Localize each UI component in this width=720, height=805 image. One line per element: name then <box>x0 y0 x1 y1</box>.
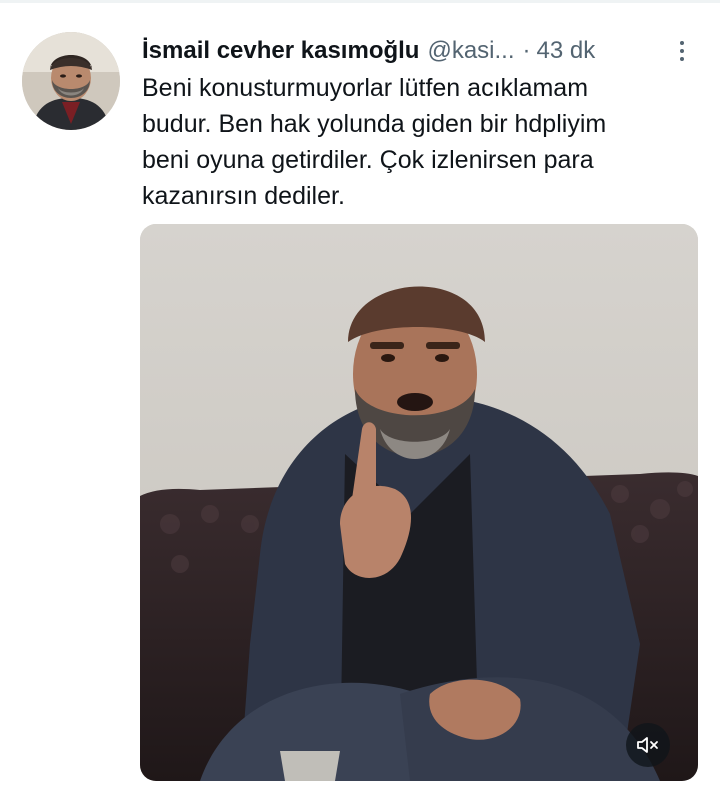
more-dot <box>680 49 684 53</box>
more-dot <box>680 57 684 61</box>
avatar-image <box>22 32 120 130</box>
tweet-header: İsmail cevher kasımoğlu @kasi... · 43 dk <box>142 34 682 68</box>
author-name[interactable]: İsmail cevher kasımoğlu <box>142 37 419 65</box>
separator-dot: · <box>522 37 531 64</box>
avatar[interactable] <box>22 32 120 130</box>
tweet-text-line: beni oyuna getirdiler. Çok izlenirsen pa… <box>142 146 594 174</box>
volume-muted-icon <box>637 737 658 753</box>
mute-button[interactable] <box>626 723 670 767</box>
bottom-spacer <box>140 790 700 805</box>
tweet-text-line: Beni konusturmuyorlar lütfen acıklamam <box>142 74 589 102</box>
tweet-text-line: kazanırsın dediler. <box>142 182 345 210</box>
video-player[interactable] <box>140 224 698 781</box>
tweet-text: Beni konusturmuyorlar lütfen acıklamam b… <box>142 70 682 214</box>
timestamp[interactable]: 43 dk <box>537 37 596 65</box>
video-frame <box>140 224 698 781</box>
author-handle[interactable]: @kasi... <box>427 37 514 65</box>
tweet-text-line: budur. Ben hak yolunda giden bir hdpliyi… <box>142 110 607 138</box>
more-vertical-icon <box>680 41 684 45</box>
more-options-button[interactable] <box>670 34 694 68</box>
top-divider <box>0 0 720 3</box>
